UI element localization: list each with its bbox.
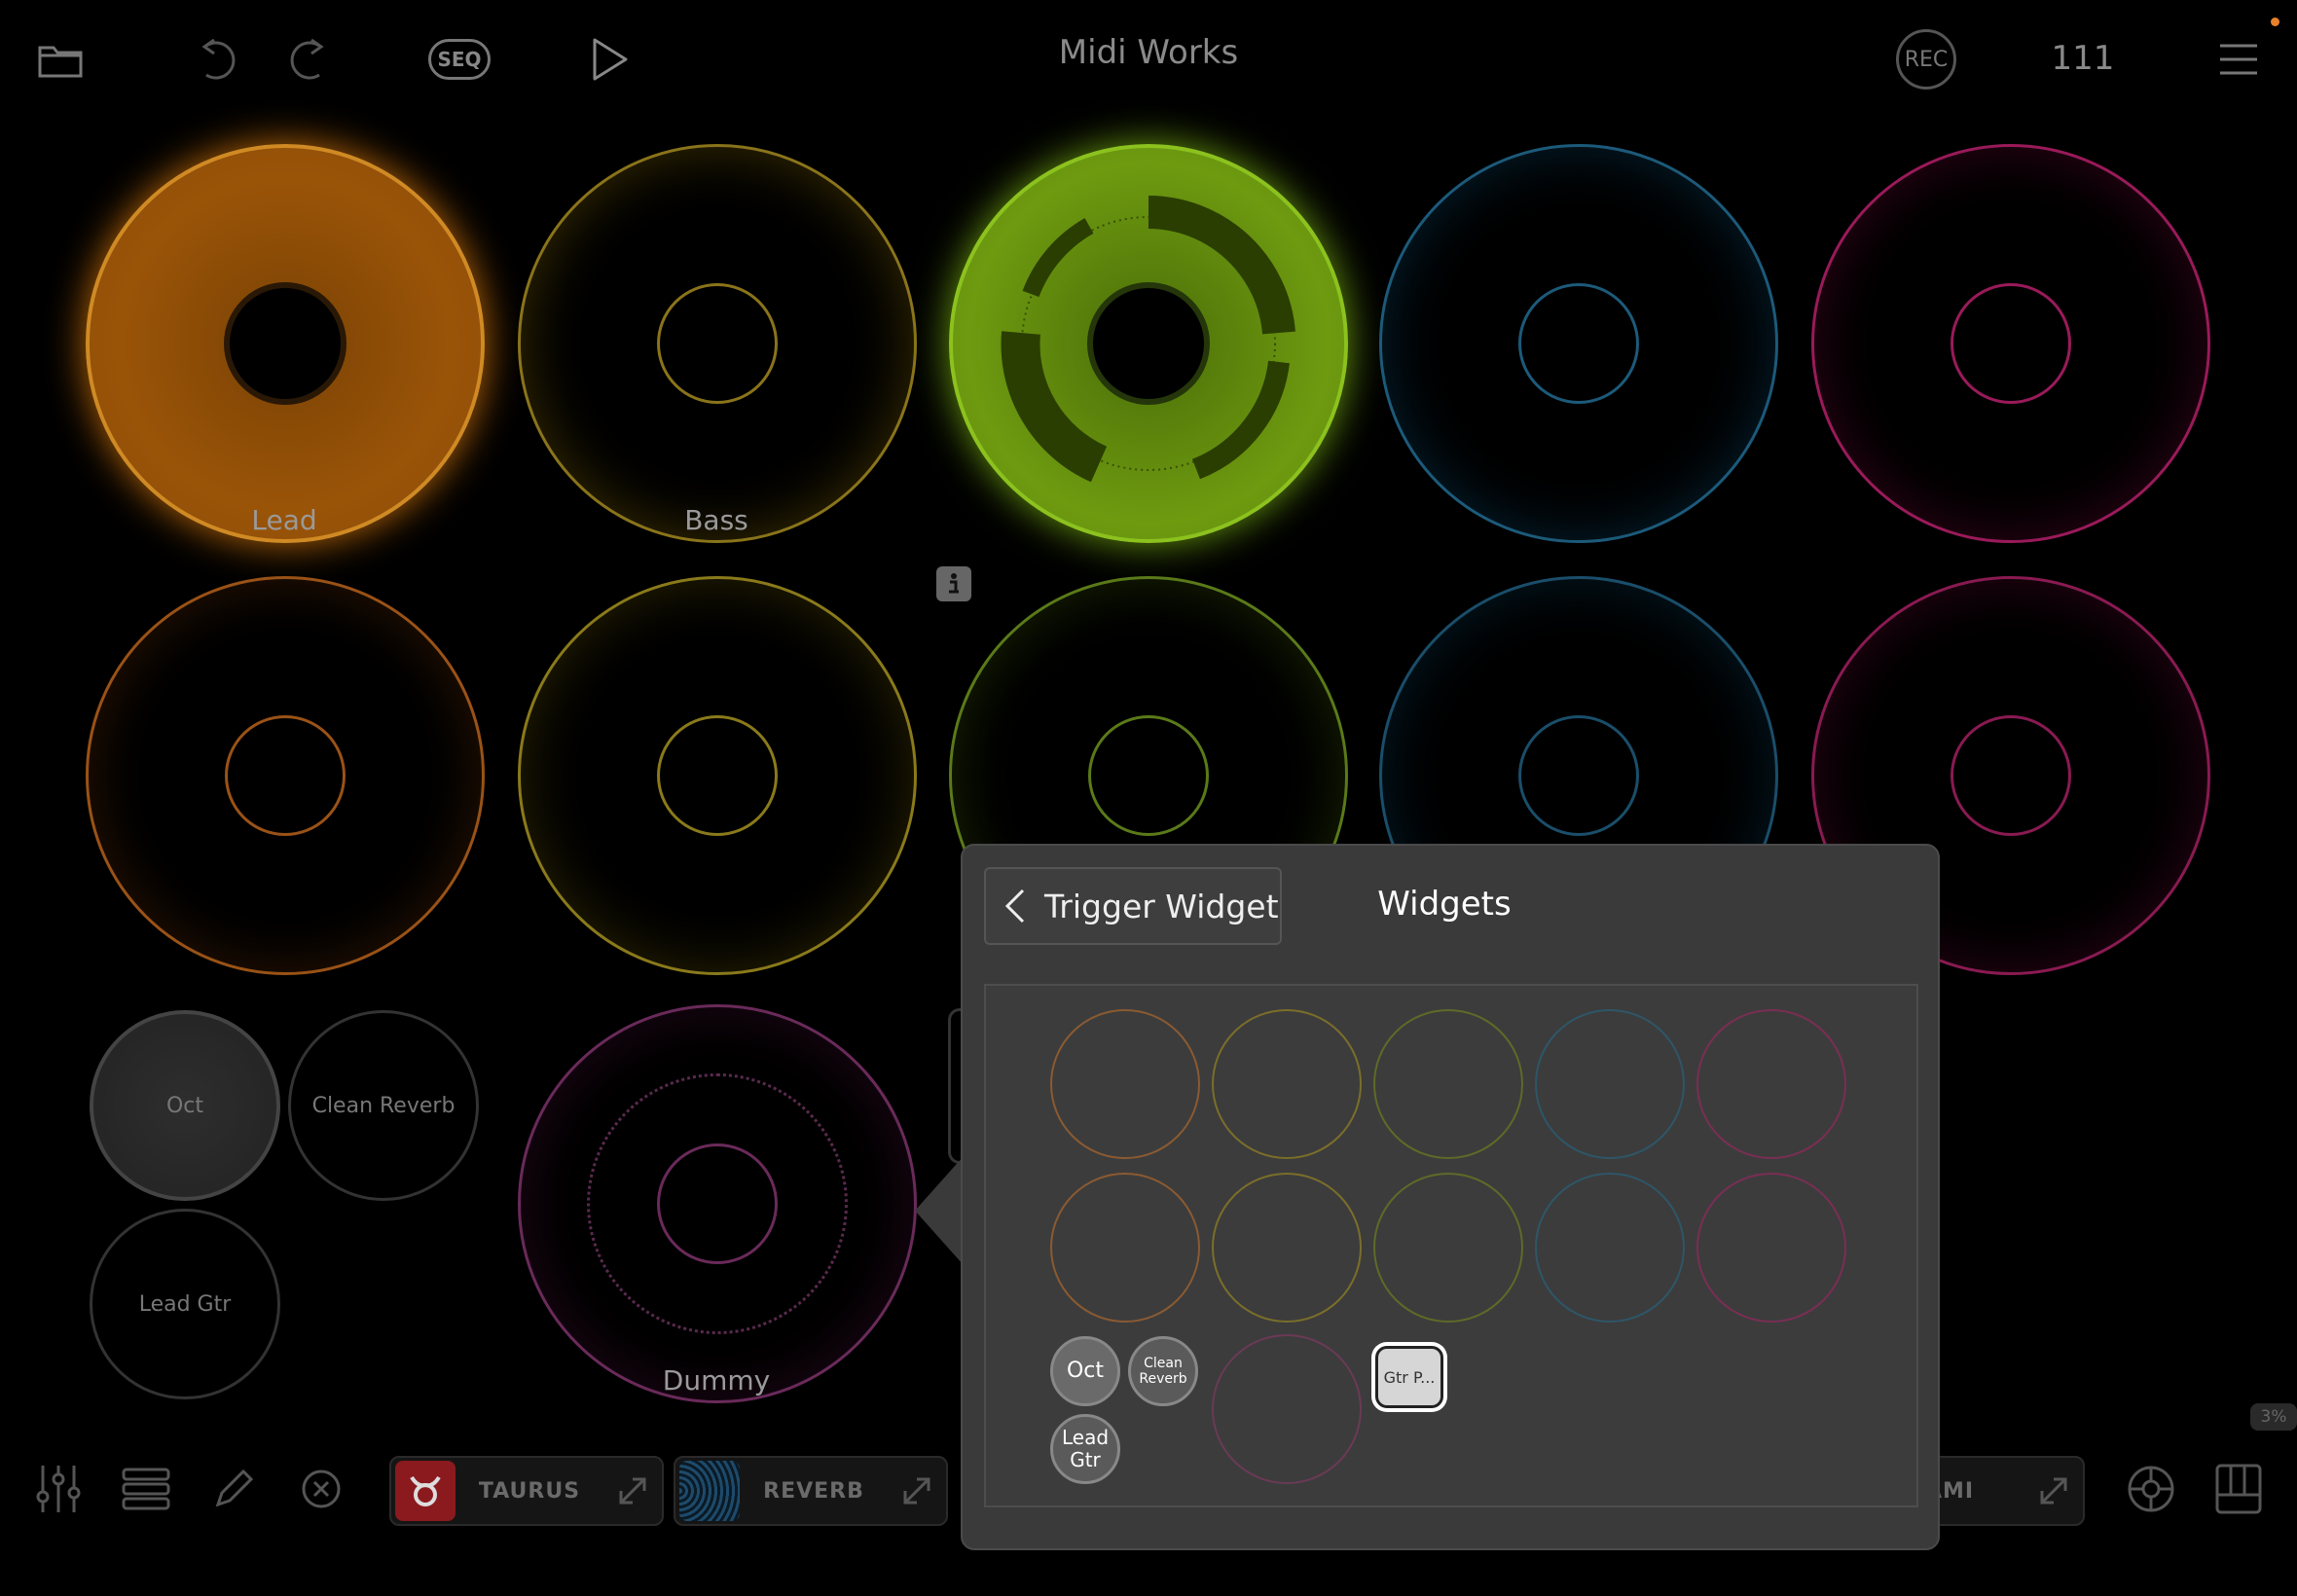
pad-orange-2[interactable] <box>86 576 485 975</box>
redo-icon[interactable] <box>284 29 337 90</box>
fx-reverb-label: REVERB <box>763 1478 864 1504</box>
pencil-icon[interactable] <box>204 1460 263 1518</box>
tuner-icon[interactable] <box>2122 1460 2180 1518</box>
pad-bass-center <box>657 283 778 404</box>
widget-lead-gtr[interactable]: Lead Gtr <box>90 1209 280 1399</box>
mini-pad-7[interactable] <box>1212 1173 1362 1323</box>
mini-widget-clean-label: Clean <box>1144 1355 1183 1371</box>
mini-widget-gtr-label: Gtr <box>1070 1448 1101 1471</box>
fx-reverb[interactable]: REVERB <box>674 1456 948 1526</box>
mini-pad-8[interactable] <box>1373 1173 1523 1323</box>
play-icon[interactable] <box>584 29 635 90</box>
widget-oct[interactable]: Oct <box>90 1010 280 1201</box>
pad-blue-2-center <box>1518 715 1639 836</box>
menu-icon[interactable] <box>2215 29 2262 90</box>
mini-widget-oct[interactable]: Oct <box>1050 1336 1120 1406</box>
fx-taurus[interactable]: TAURUS <box>389 1456 664 1526</box>
notification-dot <box>2271 18 2279 26</box>
widget-layout-grid: Oct Clean Reverb Lead Gtr Gtr P... <box>984 984 1918 1507</box>
folder-icon[interactable] <box>33 29 88 90</box>
app-title: Midi Works <box>1058 33 1239 72</box>
rec-label: REC <box>1896 29 1956 90</box>
selected-widget[interactable]: Gtr P... <box>1371 1342 1447 1412</box>
pad-yellow-2-center <box>657 715 778 836</box>
mini-pad-3[interactable] <box>1373 1009 1523 1159</box>
mini-pad-6[interactable] <box>1050 1173 1200 1323</box>
popover-arrow <box>915 1156 964 1265</box>
pad-green-center <box>1087 282 1210 405</box>
expand-icon[interactable] <box>603 1475 662 1506</box>
percent-badge: 3% <box>2250 1403 2297 1431</box>
pad-bass-label: Bass <box>684 504 748 536</box>
undo-icon[interactable] <box>189 29 241 90</box>
mini-widget-reverb-label: Reverb <box>1139 1371 1187 1387</box>
pad-lead-center <box>224 282 346 405</box>
pad-magenta-1[interactable] <box>1811 144 2210 543</box>
back-button-label: Trigger Widget <box>1044 887 1279 925</box>
popover-title: Widgets <box>1377 885 1512 924</box>
mini-widget-oct-label: Oct <box>1066 1359 1105 1384</box>
pad-magenta-2-center <box>1951 715 2071 836</box>
pad-green-2-center <box>1088 715 1209 836</box>
pad-green-active[interactable] <box>949 144 1348 543</box>
taurus-icon <box>395 1461 456 1521</box>
mixer-icon[interactable] <box>29 1460 88 1518</box>
fx-taurus-label: TAURUS <box>478 1478 581 1504</box>
mini-pad-10[interactable] <box>1696 1173 1846 1323</box>
mini-widget-lead-gtr[interactable]: Lead Gtr <box>1050 1414 1120 1484</box>
expand-icon[interactable] <box>2024 1475 2083 1506</box>
pad-orange-2-center <box>225 715 346 836</box>
expand-icon[interactable] <box>888 1475 946 1506</box>
pad-lead[interactable] <box>86 144 485 543</box>
mini-pad-dummy[interactable] <box>1212 1334 1362 1484</box>
chevron-left-icon <box>986 887 1044 925</box>
seq-button[interactable]: SEQ <box>426 29 492 90</box>
widgets-popover: Trigger Widget Widgets Oct Clean Reverb … <box>961 844 1940 1550</box>
pad-lead-label: Lead <box>251 504 317 536</box>
mini-pad-1[interactable] <box>1050 1009 1200 1159</box>
reverb-icon <box>679 1461 740 1521</box>
pad-dummy[interactable] <box>518 1004 917 1403</box>
keyboard-icon[interactable] <box>2209 1460 2268 1518</box>
tempo-display[interactable]: 111 <box>2034 39 2132 78</box>
mini-widget-lead-label: Lead <box>1061 1426 1110 1449</box>
mini-widget-clean-reverb[interactable]: Clean Reverb <box>1128 1336 1198 1406</box>
list-icon[interactable] <box>117 1460 175 1518</box>
mini-pad-2[interactable] <box>1212 1009 1362 1159</box>
widget-clean-reverb[interactable]: Clean Reverb <box>288 1010 479 1201</box>
widget-oct-label: Oct <box>165 1093 204 1118</box>
mini-pad-4[interactable] <box>1535 1009 1685 1159</box>
close-circle-icon[interactable] <box>292 1460 350 1518</box>
seq-label: SEQ <box>428 39 491 80</box>
pad-yellow-2[interactable] <box>518 576 917 975</box>
widget-lead-gtr-label: Lead Gtr <box>138 1291 232 1317</box>
pad-magenta-1-center <box>1951 283 2071 404</box>
pad-dummy-center <box>657 1143 778 1264</box>
mini-pad-9[interactable] <box>1535 1173 1685 1323</box>
widget-clean-reverb-label: Clean Reverb <box>311 1093 456 1118</box>
rec-button[interactable]: REC <box>1896 29 1956 90</box>
top-bar: SEQ Midi Works REC 111 <box>0 0 2297 121</box>
mini-pad-5[interactable] <box>1696 1009 1846 1159</box>
pad-dummy-label: Dummy <box>662 1364 771 1396</box>
info-icon[interactable] <box>936 566 971 601</box>
pad-blue-1-center <box>1518 283 1639 404</box>
pad-bass[interactable] <box>518 144 917 543</box>
pad-blue-1[interactable] <box>1379 144 1778 543</box>
back-button[interactable]: Trigger Widget <box>984 867 1282 945</box>
selected-widget-label: Gtr P... <box>1375 1346 1443 1408</box>
